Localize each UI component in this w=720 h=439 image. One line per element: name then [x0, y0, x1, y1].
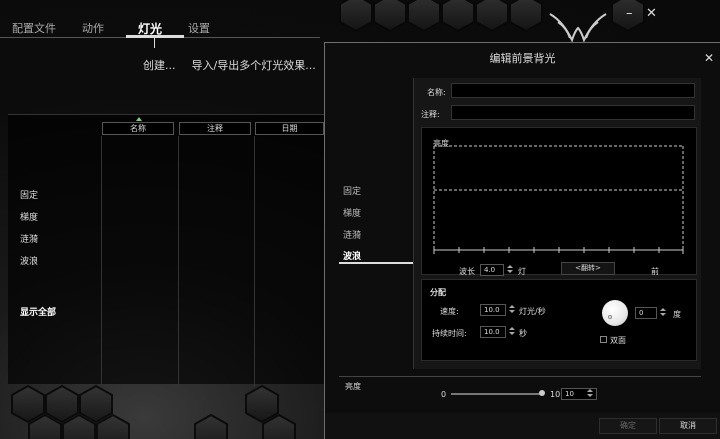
- duration-input[interactable]: 10.0: [480, 326, 506, 338]
- angle-input[interactable]: 0: [635, 307, 657, 319]
- comment-label: 注释:: [421, 110, 440, 119]
- knob-indicator: [608, 315, 612, 319]
- main-tab-bar: 配置文件 动作 灯光 设置: [12, 20, 236, 37]
- create-link[interactable]: 创建...: [143, 57, 176, 73]
- angle-knob[interactable]: [602, 300, 628, 326]
- angle-stepper-icon[interactable]: [660, 307, 666, 318]
- duration-stepper-icon[interactable]: [509, 326, 515, 337]
- show-all-filter[interactable]: 显示全部: [20, 305, 56, 318]
- wavelength-unit: 灯: [518, 267, 526, 276]
- comment-field[interactable]: [451, 105, 695, 120]
- speed-stepper-icon[interactable]: [509, 304, 515, 315]
- column-header-comment[interactable]: 注释: [179, 122, 251, 135]
- minimize-button[interactable]: –: [626, 6, 633, 21]
- lighting-actions: 创建... 导入/导出多个灯光效果...: [143, 57, 316, 73]
- dialog-close-icon[interactable]: ✕: [704, 51, 714, 65]
- wavelength-input[interactable]: 4.0: [480, 264, 504, 276]
- close-app-button[interactable]: ✕: [646, 6, 657, 21]
- brightness-slider-thumb[interactable]: [539, 390, 545, 396]
- brightness-label: 亮度: [345, 382, 361, 391]
- effect-type-ripple[interactable]: 涟漪: [343, 228, 361, 241]
- filter-static[interactable]: 固定: [20, 188, 38, 201]
- active-tab-pointer: [154, 38, 155, 48]
- import-export-link[interactable]: 导入/导出多个灯光效果...: [192, 57, 316, 73]
- name-field[interactable]: [451, 83, 695, 98]
- brightness-chart-panel: 亮度: [421, 127, 697, 275]
- effect-type-gradient[interactable]: 梯度: [343, 206, 361, 219]
- brightness-slider[interactable]: [451, 393, 542, 395]
- tab-settings[interactable]: 设置: [188, 20, 226, 37]
- duration-label: 持续时间:: [432, 329, 467, 338]
- name-label: 名称:: [427, 88, 446, 97]
- flip-button[interactable]: <翻转>: [561, 262, 615, 275]
- sort-up-icon[interactable]: [136, 117, 142, 121]
- edit-foreground-lighting-dialog: 编辑前景背光 ✕ 名称: 注释: 固定 梯度 涟漪 波浪 亮度 波长 4.0 灯…: [324, 42, 720, 439]
- column-divider: [254, 136, 255, 386]
- wavelength-stepper-icon[interactable]: [507, 264, 513, 275]
- active-effect-indicator: [339, 262, 413, 264]
- brightness-stepper-icon[interactable]: [587, 388, 593, 399]
- column-divider: [178, 136, 179, 386]
- brightness-max-label: 10: [550, 390, 561, 399]
- filter-gradient[interactable]: 梯度: [20, 210, 38, 223]
- tab-actions[interactable]: 动作: [82, 20, 120, 37]
- brightness-divider: [339, 376, 701, 377]
- ok-button[interactable]: 确定: [599, 418, 657, 434]
- dialog-title: 编辑前景背光: [489, 52, 556, 65]
- wavelength-label: 波长: [459, 267, 475, 276]
- front-label: 前: [651, 267, 659, 276]
- column-header-date[interactable]: 日期: [255, 122, 324, 135]
- effect-type-static[interactable]: 固定: [343, 184, 361, 197]
- filter-ripple[interactable]: 涟漪: [20, 232, 38, 245]
- column-divider: [101, 136, 102, 386]
- brand-logo-icon: [549, 13, 607, 43]
- filter-wave[interactable]: 波浪: [20, 254, 38, 267]
- brightness-wave-chart[interactable]: [422, 128, 698, 276]
- active-tab-indicator: [126, 35, 184, 38]
- parameters-panel: 分配: [421, 279, 697, 361]
- cancel-button[interactable]: 取消: [659, 418, 717, 434]
- column-header-name[interactable]: 名称: [102, 122, 174, 135]
- brightness-min-label: 0: [441, 390, 447, 399]
- speed-unit: 灯光/秒: [519, 307, 546, 316]
- angle-unit: 度: [673, 310, 681, 319]
- effects-list-panel: [8, 114, 324, 384]
- speed-label: 速度:: [440, 307, 459, 316]
- duration-unit: 秒: [519, 329, 527, 338]
- speed-input[interactable]: 10.0: [480, 304, 506, 316]
- bidirectional-label: 双面: [610, 336, 626, 345]
- bidirectional-checkbox[interactable]: [600, 336, 607, 343]
- effect-type-wave[interactable]: 波浪: [343, 249, 361, 262]
- params-title: 分配: [430, 288, 446, 297]
- tab-profiles[interactable]: 配置文件: [12, 20, 72, 37]
